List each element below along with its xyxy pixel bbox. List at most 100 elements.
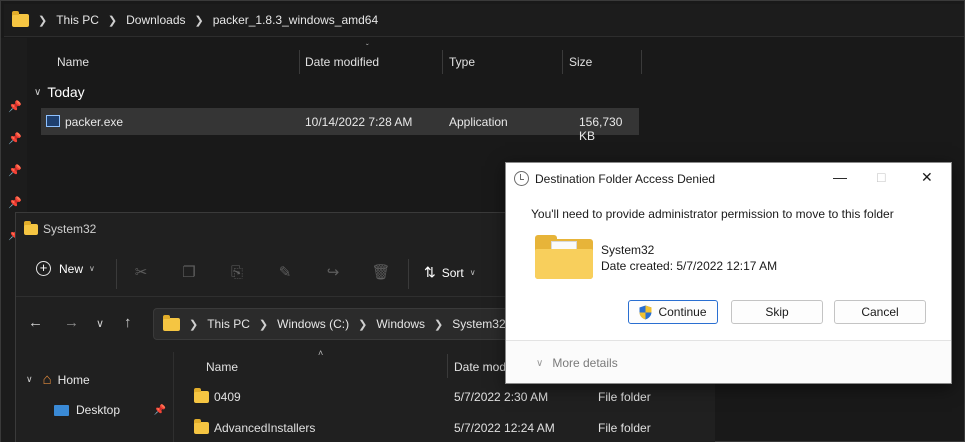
file-row-packer[interactable]: packer.exe 10/14/2022 7:28 AM Applicatio… [41, 108, 639, 143]
new-label: New [59, 261, 84, 276]
file-size: 156,730 KB [579, 115, 623, 143]
sidebar-item-home[interactable]: ∨ ⌂ Home [26, 371, 90, 388]
folder-name: System32 [601, 243, 655, 257]
dialog-message: You'll need to provide administrator per… [531, 207, 894, 221]
chevron-down-icon: ∨ [34, 86, 42, 98]
pin-icon: 📌 [8, 197, 22, 209]
new-button[interactable]: + New ∨ [36, 261, 95, 276]
breadcrumb: ❯ This PC ❯ Windows (C:) ❯ Windows ❯ Sys… [180, 317, 506, 331]
list-item[interactable]: 0409 5/7/2022 2:30 AM File folder [174, 383, 716, 411]
breadcrumb: ❯ This PC ❯ Downloads ❯ packer_1.8.3_win… [29, 13, 378, 27]
column-name[interactable]: Name [57, 55, 89, 69]
chevron-right-icon: ❯ [38, 14, 48, 27]
maximize-icon[interactable]: □ [877, 169, 885, 185]
more-details-label: More details [552, 356, 618, 370]
item-name: AdvancedInstallers [214, 421, 316, 435]
cut-icon[interactable]: ✂ [130, 262, 152, 284]
continue-label: Continue [658, 305, 707, 319]
rename-icon[interactable]: ✎ [274, 262, 296, 284]
plus-icon: + [36, 261, 51, 276]
sort-caret-icon: ˄ [318, 348, 324, 358]
breadcrumb-this-pc[interactable]: This PC [56, 13, 99, 27]
home-icon: ⌂ [42, 371, 52, 388]
breadcrumb-windows-c[interactable]: Windows (C:) [277, 317, 349, 331]
sidebar-item-desktop[interactable]: Desktop 📌 [54, 403, 172, 417]
breadcrumb-system32[interactable]: System32 [452, 317, 505, 331]
breadcrumb-this-pc[interactable]: This PC [207, 317, 250, 331]
skip-label: Skip [765, 305, 789, 319]
column-name[interactable]: Name [206, 360, 238, 374]
column-date-modified[interactable]: Date modified [305, 55, 379, 69]
file-date: 10/14/2022 7:28 AM [305, 115, 413, 129]
chevron-right-icon: ❯ [358, 318, 368, 331]
breadcrumb-downloads[interactable]: Downloads [126, 13, 185, 27]
group-header-today[interactable]: ∨ Today [34, 84, 85, 100]
toolbar-divider [116, 259, 117, 289]
paste-icon[interactable]: ⎘ [226, 262, 248, 284]
minimize-icon[interactable]: — [833, 169, 847, 185]
breadcrumb-windows[interactable]: Windows [376, 317, 425, 331]
folder-icon [163, 314, 180, 331]
navigation-pane: ∨ ⌂ Home Desktop 📌 [16, 352, 174, 442]
share-icon[interactable]: ↪ [322, 262, 344, 284]
up-arrow-icon[interactable]: ↑ [124, 314, 132, 331]
delete-icon[interactable]: 🗑 [370, 262, 392, 284]
chevron-right-icon: ❯ [434, 318, 444, 331]
recent-locations-chevron-icon[interactable]: ∨ [96, 317, 104, 330]
list-item[interactable]: AdvancedInstallers 5/7/2022 12:24 AM Fil… [174, 414, 716, 442]
column-divider[interactable] [641, 50, 642, 74]
folder-icon [194, 419, 209, 434]
clock-icon [514, 171, 529, 186]
dialog-footer: ∨ More details [506, 340, 951, 383]
dialog-title-bar[interactable]: Destination Folder Access Denied — □ ✕ [506, 163, 951, 194]
item-name: 0409 [214, 390, 241, 404]
column-size[interactable]: Size [569, 55, 592, 69]
skip-button[interactable]: Skip [731, 300, 823, 324]
sort-button[interactable]: ⇅ Sort ∨ [424, 264, 476, 281]
folder-icon [24, 220, 38, 235]
chevron-right-icon: ❯ [107, 14, 118, 27]
desktop-icon [54, 404, 69, 416]
item-date: 5/7/2022 2:30 AM [454, 390, 549, 404]
pin-icon: 📌 [8, 101, 22, 113]
sidebar-item-label: Home [57, 372, 90, 387]
chevron-down-icon: ∨ [469, 268, 476, 277]
window-title-text: System32 [43, 222, 97, 236]
chevron-down-icon: ∨ [26, 374, 33, 384]
chevron-down-icon: ∨ [89, 264, 95, 273]
folder-icon [12, 10, 29, 27]
chevron-down-icon: ∨ [536, 357, 544, 369]
pin-icon: 📌 [8, 165, 22, 177]
copy-icon[interactable]: ❐ [178, 262, 200, 284]
column-divider[interactable] [447, 354, 448, 378]
chevron-right-icon: ❯ [189, 318, 199, 331]
dialog-title: Destination Folder Access Denied [535, 171, 716, 186]
column-date-modified[interactable]: Date mod [454, 360, 506, 374]
more-details-toggle[interactable]: ∨ More details [536, 356, 618, 370]
folder-icon [535, 235, 593, 279]
column-divider[interactable] [299, 50, 300, 74]
toolbar-divider [408, 259, 409, 289]
item-date: 5/7/2022 12:24 AM [454, 421, 555, 435]
folder-icon [194, 388, 209, 403]
pin-icon: 📌 [8, 133, 22, 145]
sort-label: Sort [441, 265, 464, 280]
window-title: System32 [24, 220, 97, 236]
sidebar-item-label: Desktop [76, 403, 121, 417]
column-type[interactable]: Type [449, 55, 475, 69]
column-headers: Name ˇ Date modified Type Size [28, 38, 964, 86]
forward-arrow-icon[interactable]: → [64, 314, 79, 331]
cancel-button[interactable]: Cancel [834, 300, 926, 324]
file-type: Application [449, 115, 508, 129]
column-divider[interactable] [562, 50, 563, 74]
back-arrow-icon[interactable]: ← [28, 314, 43, 331]
address-bar[interactable]: ❯ This PC ❯ Downloads ❯ packer_1.8.3_win… [4, 4, 964, 37]
sort-icon: ⇅ [424, 264, 436, 280]
continue-button[interactable]: Continue [628, 300, 718, 324]
pin-icon: 📌 [153, 404, 166, 416]
access-denied-dialog: Destination Folder Access Denied — □ ✕ Y… [505, 162, 952, 384]
close-icon[interactable]: ✕ [921, 169, 933, 186]
sort-caret-icon: ˇ [366, 43, 369, 52]
breadcrumb-packer[interactable]: packer_1.8.3_windows_amd64 [213, 13, 378, 27]
column-divider[interactable] [442, 50, 443, 74]
